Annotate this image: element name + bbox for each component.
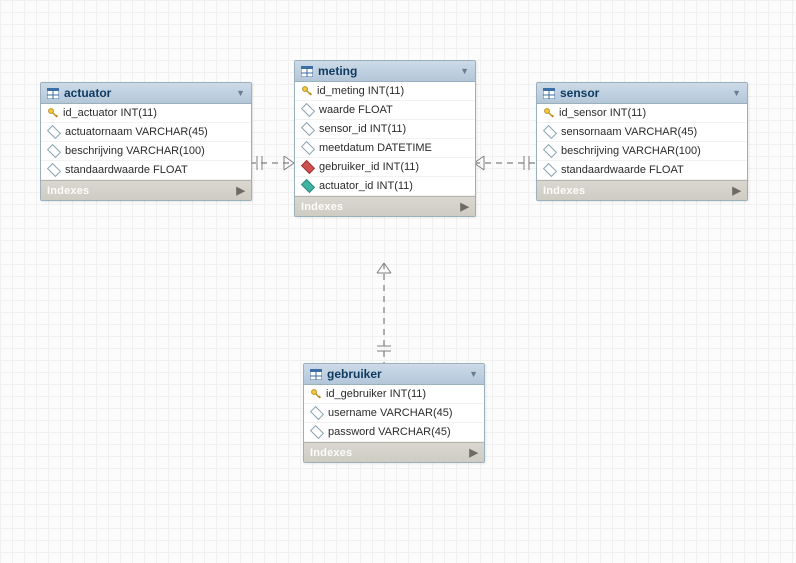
collapse-arrow-icon[interactable]: ▼ [469, 369, 478, 379]
column-row[interactable]: sensor_id INT(11) [295, 120, 475, 139]
table-icon [310, 369, 322, 380]
indexes-label: Indexes [543, 185, 585, 197]
collapse-arrow-icon[interactable]: ▼ [236, 88, 245, 98]
column-row[interactable]: beschrijving VARCHAR(100) [537, 142, 747, 161]
column-def: actuatornaam VARCHAR(45) [65, 126, 208, 138]
column-row[interactable]: gebruiker_id INT(11) [295, 158, 475, 177]
column-nullable-icon [310, 425, 324, 439]
column-row[interactable]: standaardwaarde FLOAT [41, 161, 251, 180]
table-icon [301, 66, 313, 77]
table-header[interactable]: meting ▼ [295, 61, 475, 82]
column-fk-notnull-icon [301, 160, 315, 174]
column-fk-icon [301, 179, 315, 193]
column-row[interactable]: actuatornaam VARCHAR(45) [41, 123, 251, 142]
column-def: beschrijving VARCHAR(100) [561, 145, 701, 157]
column-nullable-icon [301, 141, 315, 155]
column-nullable-icon [543, 163, 557, 177]
column-row[interactable]: standaardwaarde FLOAT [537, 161, 747, 180]
indexes-section[interactable]: Indexes ▶ [295, 196, 475, 216]
table-gebruiker[interactable]: gebruiker ▼ id_gebruiker INT(11) usernam… [303, 363, 485, 463]
column-def: id_actuator INT(11) [63, 107, 157, 119]
column-def: gebruiker_id INT(11) [319, 161, 419, 173]
column-row[interactable]: beschrijving VARCHAR(100) [41, 142, 251, 161]
column-nullable-icon [310, 406, 324, 420]
column-def: standaardwaarde FLOAT [561, 164, 684, 176]
table-name: actuator [64, 86, 231, 100]
table-name: sensor [560, 86, 727, 100]
column-nullable-icon [47, 144, 61, 158]
table-header[interactable]: gebruiker ▼ [304, 364, 484, 385]
column-row[interactable]: username VARCHAR(45) [304, 404, 484, 423]
column-def: id_sensor INT(11) [559, 107, 646, 119]
collapse-arrow-icon[interactable]: ▼ [732, 88, 741, 98]
indexes-label: Indexes [310, 447, 352, 459]
table-meting[interactable]: meting ▼ id_meting INT(11) waarde FLOAT … [294, 60, 476, 217]
column-nullable-icon [47, 125, 61, 139]
indexes-section[interactable]: Indexes ▶ [41, 180, 251, 200]
column-def: id_meting INT(11) [317, 85, 404, 97]
expand-arrow-icon[interactable]: ▶ [236, 184, 245, 197]
column-nullable-icon [543, 125, 557, 139]
column-def: beschrijving VARCHAR(100) [65, 145, 205, 157]
expand-arrow-icon[interactable]: ▶ [469, 446, 478, 459]
column-def: password VARCHAR(45) [328, 426, 451, 438]
column-def: username VARCHAR(45) [328, 407, 453, 419]
column-row[interactable]: meetdatum DATETIME [295, 139, 475, 158]
column-def: standaardwaarde FLOAT [65, 164, 188, 176]
expand-arrow-icon[interactable]: ▶ [460, 200, 469, 213]
column-def: id_gebruiker INT(11) [326, 388, 426, 400]
table-name: meting [318, 64, 455, 78]
column-row[interactable]: id_meting INT(11) [295, 82, 475, 101]
column-row[interactable]: id_actuator INT(11) [41, 104, 251, 123]
table-name: gebruiker [327, 367, 464, 381]
indexes-label: Indexes [301, 201, 343, 213]
column-row[interactable]: actuator_id INT(11) [295, 177, 475, 196]
expand-arrow-icon[interactable]: ▶ [732, 184, 741, 197]
primary-key-icon [302, 86, 312, 96]
column-def: waarde FLOAT [319, 104, 393, 116]
column-def: sensornaam VARCHAR(45) [561, 126, 697, 138]
column-row[interactable]: password VARCHAR(45) [304, 423, 484, 442]
primary-key-icon [311, 389, 321, 399]
column-nullable-icon [543, 144, 557, 158]
column-nullable-icon [301, 122, 315, 136]
column-def: actuator_id INT(11) [319, 180, 413, 192]
column-row[interactable]: id_sensor INT(11) [537, 104, 747, 123]
column-def: sensor_id INT(11) [319, 123, 406, 135]
indexes-section[interactable]: Indexes ▶ [537, 180, 747, 200]
column-def: meetdatum DATETIME [319, 142, 432, 154]
table-icon [47, 88, 59, 99]
column-nullable-icon [47, 163, 61, 177]
column-nullable-icon [301, 103, 315, 117]
column-row[interactable]: sensornaam VARCHAR(45) [537, 123, 747, 142]
table-actuator[interactable]: actuator ▼ id_actuator INT(11) actuatorn… [40, 82, 252, 201]
table-header[interactable]: actuator ▼ [41, 83, 251, 104]
erd-canvas[interactable]: actuator ▼ id_actuator INT(11) actuatorn… [0, 0, 796, 563]
primary-key-icon [544, 108, 554, 118]
column-row[interactable]: waarde FLOAT [295, 101, 475, 120]
column-row[interactable]: id_gebruiker INT(11) [304, 385, 484, 404]
indexes-section[interactable]: Indexes ▶ [304, 442, 484, 462]
table-sensor[interactable]: sensor ▼ id_sensor INT(11) sensornaam VA… [536, 82, 748, 201]
table-icon [543, 88, 555, 99]
collapse-arrow-icon[interactable]: ▼ [460, 66, 469, 76]
primary-key-icon [48, 108, 58, 118]
table-header[interactable]: sensor ▼ [537, 83, 747, 104]
indexes-label: Indexes [47, 185, 89, 197]
